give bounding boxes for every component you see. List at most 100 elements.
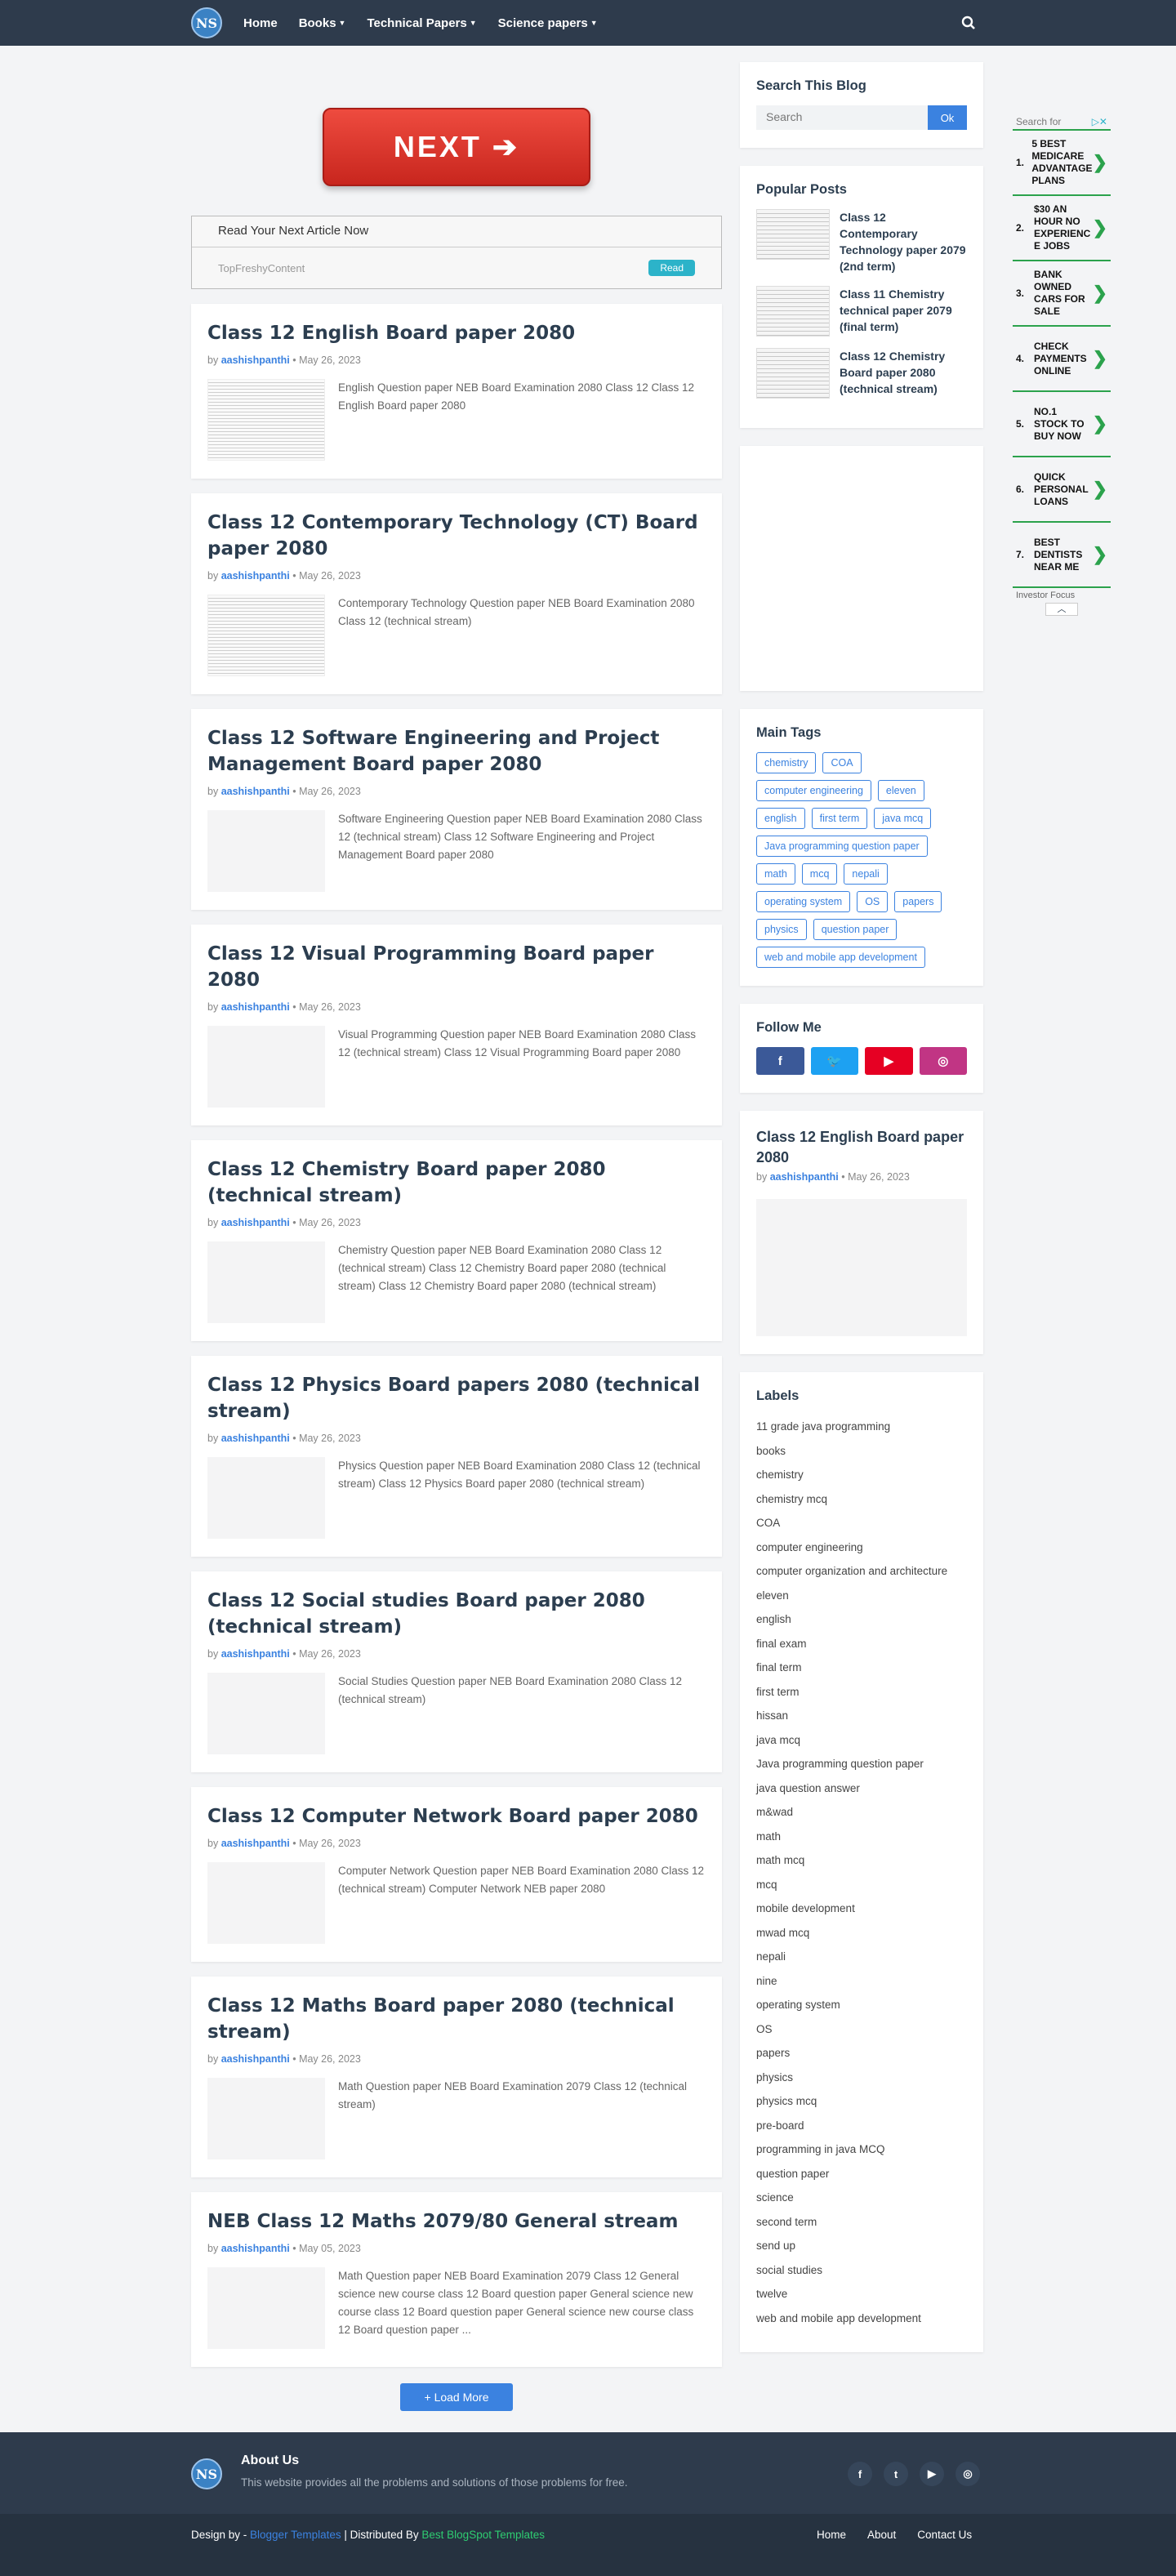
post-thumbnail[interactable]	[207, 1026, 325, 1108]
post-author[interactable]: aashishpanthi	[221, 354, 290, 366]
load-more-button[interactable]: + Load More	[400, 2383, 513, 2411]
ad-search-item[interactable]: 5. NO.1 STOCK TO BUY NOW ❯	[1013, 390, 1111, 456]
collapse-icon[interactable]: ︿	[1045, 603, 1078, 616]
popular-post-title[interactable]: Class 12 Contemporary Technology paper 2…	[840, 209, 967, 274]
label-link[interactable]: twelve	[756, 2286, 967, 2302]
post-author[interactable]: aashishpanthi	[221, 1838, 290, 1849]
search-ok-button[interactable]: Ok	[928, 105, 967, 130]
featured-post-thumbnail[interactable]	[756, 1199, 967, 1336]
footer-youtube-icon[interactable]: ▶	[920, 2462, 944, 2486]
popular-post-thumbnail[interactable]	[756, 348, 830, 399]
youtube-button[interactable]: ▶	[865, 1047, 913, 1075]
tag-link[interactable]: physics	[756, 919, 807, 940]
adchoices-icon[interactable]: ▷✕	[1092, 116, 1107, 127]
footer-twitter-icon[interactable]: t	[884, 2462, 908, 2486]
label-link[interactable]: math	[756, 1829, 967, 1844]
tag-link[interactable]: COA	[822, 752, 862, 773]
popular-post[interactable]: Class 12 Chemistry Board paper 2080 (tec…	[756, 348, 967, 399]
ad-search-item[interactable]: 2. $30 AN HOUR NO EXPERIENC E JOBS ❯	[1013, 194, 1111, 260]
label-link[interactable]: physics	[756, 2070, 967, 2085]
label-link[interactable]: nine	[756, 1973, 967, 1989]
label-link[interactable]: math mcq	[756, 1852, 967, 1868]
label-link[interactable]: social studies	[756, 2262, 967, 2278]
label-link[interactable]: final term	[756, 1660, 967, 1675]
label-link[interactable]: programming in java MCQ	[756, 2141, 967, 2157]
label-link[interactable]: pre-board	[756, 2118, 967, 2133]
tag-link[interactable]: english	[756, 808, 805, 829]
popular-post-thumbnail[interactable]	[756, 286, 830, 336]
facebook-button[interactable]: f	[756, 1047, 804, 1075]
popular-post-title[interactable]: Class 12 Chemistry Board paper 2080 (tec…	[840, 348, 967, 399]
ad-search-item[interactable]: 6. QUICK PERSONAL LOANS ❯	[1013, 456, 1111, 521]
featured-post-author[interactable]: aashishpanthi	[770, 1171, 839, 1183]
next-article-button[interactable]: NEXT ➔	[323, 108, 590, 186]
tag-link[interactable]: computer engineering	[756, 780, 871, 801]
post-author[interactable]: aashishpanthi	[221, 1001, 290, 1013]
tag-link[interactable]: java mcq	[874, 808, 932, 829]
label-link[interactable]: hissan	[756, 1708, 967, 1723]
post-title[interactable]: NEB Class 12 Maths 2079/80 General strea…	[207, 2208, 706, 2235]
nav-item-technical-papers[interactable]: Technical Papers ▼	[367, 16, 476, 30]
label-link[interactable]: m&wad	[756, 1804, 967, 1820]
post-thumbnail[interactable]	[207, 2078, 325, 2159]
post-thumbnail[interactable]	[207, 1862, 325, 1944]
ad-title[interactable]: Read Your Next Article Now	[192, 216, 721, 247]
post-author[interactable]: aashishpanthi	[221, 2053, 290, 2065]
post-author[interactable]: aashishpanthi	[221, 786, 290, 797]
tag-link[interactable]: web and mobile app development	[756, 947, 925, 968]
label-link[interactable]: physics mcq	[756, 2093, 967, 2109]
twitter-button[interactable]: 🐦	[810, 1047, 858, 1075]
blogger-templates-link[interactable]: Blogger Templates	[250, 2529, 341, 2541]
label-link[interactable]: OS	[756, 2021, 967, 2037]
post-title[interactable]: Class 12 Contemporary Technology (CT) Bo…	[207, 510, 706, 562]
label-link[interactable]: mcq	[756, 1877, 967, 1892]
post-thumbnail[interactable]	[207, 1457, 325, 1539]
post-author[interactable]: aashishpanthi	[221, 1433, 290, 1444]
post-author[interactable]: aashishpanthi	[221, 570, 290, 582]
label-link[interactable]: eleven	[756, 1588, 967, 1603]
ad-search-item[interactable]: 7. BEST DENTISTS NEAR ME ❯	[1013, 521, 1111, 586]
post-author[interactable]: aashishpanthi	[221, 1217, 290, 1228]
post-thumbnail[interactable]	[207, 1241, 325, 1323]
label-link[interactable]: 11 grade java programming	[756, 1419, 967, 1434]
search-input[interactable]: Search	[756, 105, 928, 130]
tag-link[interactable]: math	[756, 863, 795, 885]
popular-post-thumbnail[interactable]	[756, 209, 830, 260]
best-blogspot-link[interactable]: Best BlogSpot Templates	[421, 2529, 545, 2541]
post-title[interactable]: Class 12 Software Engineering and Projec…	[207, 725, 706, 778]
nav-item-science-papers[interactable]: Science papers ▼	[498, 16, 598, 30]
post-thumbnail[interactable]	[207, 2267, 325, 2349]
label-link[interactable]: Java programming question paper	[756, 1756, 967, 1772]
post-author[interactable]: aashishpanthi	[221, 2243, 290, 2254]
tag-link[interactable]: eleven	[877, 780, 924, 801]
label-link[interactable]: nepali	[756, 1949, 967, 1964]
label-link[interactable]: question paper	[756, 2166, 967, 2182]
label-link[interactable]: first term	[756, 1684, 967, 1700]
instagram-button[interactable]: ◎	[919, 1047, 967, 1075]
site-logo[interactable]: NS	[191, 7, 222, 38]
footer-nav-contact-us[interactable]: Contact Us	[917, 2529, 972, 2541]
post-thumbnail[interactable]	[207, 379, 325, 461]
post-title[interactable]: Class 12 English Board paper 2080	[207, 320, 706, 346]
popular-post-title[interactable]: Class 11 Chemistry technical paper 2079 …	[840, 286, 967, 336]
label-link[interactable]: books	[756, 1443, 967, 1459]
footer-nav-home[interactable]: Home	[817, 2529, 846, 2541]
ad-search-item[interactable]: 3. BANK OWNED CARS FOR SALE ❯	[1013, 260, 1111, 325]
label-link[interactable]: final exam	[756, 1636, 967, 1651]
post-author[interactable]: aashishpanthi	[221, 1648, 290, 1660]
tag-link[interactable]: mcq	[801, 863, 838, 885]
ad-search-item[interactable]: 4. CHECK PAYMENTS ONLINE ❯	[1013, 325, 1111, 390]
label-link[interactable]: send up	[756, 2238, 967, 2253]
search-icon[interactable]	[960, 15, 977, 31]
tag-link[interactable]: operating system	[756, 891, 851, 912]
label-link[interactable]: COA	[756, 1515, 967, 1531]
label-link[interactable]: operating system	[756, 1997, 967, 2012]
label-link[interactable]: second term	[756, 2214, 967, 2230]
label-link[interactable]: chemistry mcq	[756, 1491, 967, 1507]
tag-link[interactable]: question paper	[813, 919, 898, 940]
label-link[interactable]: science	[756, 2190, 967, 2205]
ad-search-item[interactable]: 1. 5 BEST MEDICARE ADVANTAGE PLANS ❯	[1013, 129, 1111, 194]
label-link[interactable]: computer engineering	[756, 1540, 967, 1555]
label-link[interactable]: web and mobile app development	[756, 2311, 967, 2326]
label-link[interactable]: java mcq	[756, 1732, 967, 1748]
